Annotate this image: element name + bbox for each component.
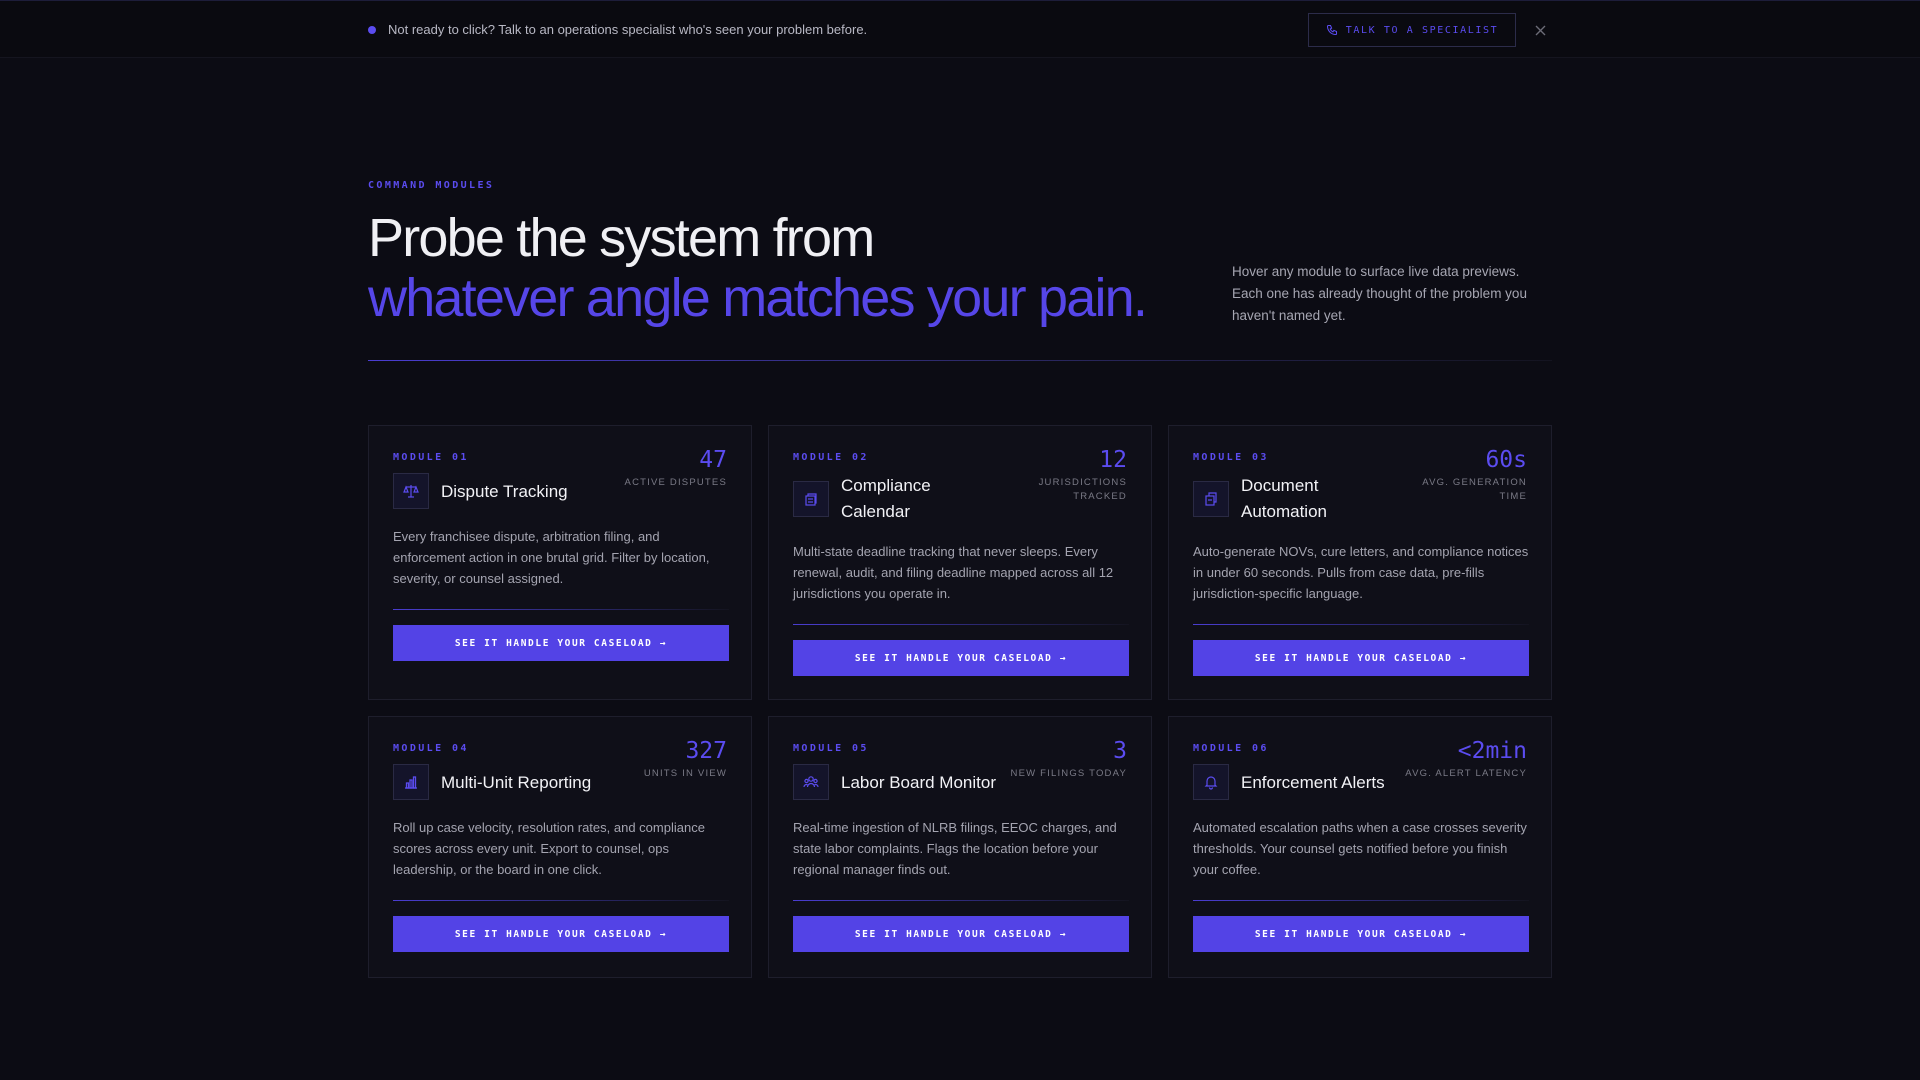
module-description: Every franchisee dispute, arbitration fi… — [393, 529, 710, 586]
module-description: Multi-state deadline tracking that never… — [793, 544, 1114, 601]
module-icon — [393, 473, 429, 509]
stat-label: NEW FILINGS TODAY — [1010, 768, 1127, 779]
module-card-labor-board-monitor[interactable]: MODULE 05 3 NEW FILINGS TODAY Labor Boar… — [768, 716, 1152, 978]
module-card-multi-unit-reporting[interactable]: MODULE 04 327 UNITS IN VIEW Multi-Unit R… — [368, 716, 752, 978]
module-divider — [793, 624, 1129, 625]
close-icon — [1535, 25, 1545, 35]
see-caseload-button[interactable]: SEE IT HANDLE YOUR CASELOAD → — [393, 916, 729, 952]
module-description: Auto-generate NOVs, cure letters, and co… — [1193, 544, 1529, 601]
module-card-dispute-tracking[interactable]: MODULE 01 47 ACTIVE DISPUTES Dispute Tra… — [368, 425, 752, 700]
module-icon — [1193, 764, 1229, 800]
stat-value: 12 — [1099, 447, 1127, 473]
module-icon — [793, 481, 829, 517]
module-title: Enforcement Alerts — [1241, 773, 1385, 792]
people-icon — [803, 776, 819, 788]
stat-label: ACTIVE DISPUTES — [624, 477, 727, 488]
module-icon — [1193, 481, 1229, 517]
talk-to-specialist-label: TALK TO A SPECIALIST — [1345, 24, 1499, 36]
module-card-compliance-calendar[interactable]: MODULE 02 12 JURISDICTIONS TRACKED Compl… — [768, 425, 1152, 700]
module-label: MODULE 02 — [793, 452, 869, 463]
module-card-document-automation[interactable]: MODULE 03 60s AVG. GENERATION TIME Docum… — [1168, 425, 1552, 700]
module-description: Automated escalation paths when a case c… — [1193, 820, 1527, 877]
module-label: MODULE 01 — [393, 452, 469, 463]
stat-value: <2min — [1457, 738, 1527, 764]
section-eyebrow: COMMAND MODULES — [368, 180, 495, 191]
banner-text: Not ready to click? Talk to an operation… — [388, 22, 868, 37]
bell-icon — [1204, 776, 1218, 790]
module-description: Real-time ingestion of NLRB filings, EEO… — [793, 820, 1117, 877]
module-card-enforcement-alerts[interactable]: MODULE 06 <2min AVG. ALERT LATENCY Enfor… — [1168, 716, 1552, 978]
page-title: Probe the system from whatever angle mat… — [368, 208, 1148, 328]
module-stat: <2min AVG. ALERT LATENCY — [1405, 737, 1527, 781]
stat-label: AVG. GENERATION TIME — [1422, 477, 1527, 502]
module-stat: 12 JURISDICTIONS TRACKED — [1017, 446, 1127, 504]
stat-label: AVG. ALERT LATENCY — [1405, 768, 1527, 779]
module-label: MODULE 06 — [1193, 743, 1269, 754]
title-line-1: Probe the system from — [368, 208, 875, 268]
see-caseload-button[interactable]: SEE IT HANDLE YOUR CASELOAD → — [1193, 916, 1529, 952]
module-label: MODULE 05 — [793, 743, 869, 754]
stat-value: 3 — [1113, 738, 1127, 764]
phone-icon — [1326, 24, 1337, 36]
close-banner-button[interactable] — [1530, 20, 1550, 40]
module-icon — [393, 764, 429, 800]
stat-value: 60s — [1485, 447, 1527, 473]
module-label: MODULE 04 — [393, 743, 469, 754]
module-divider — [393, 900, 729, 901]
stat-label: JURISDICTIONS TRACKED — [1038, 477, 1127, 502]
module-stat: 3 NEW FILINGS TODAY — [1011, 737, 1127, 781]
module-description: Roll up case velocity, resolution rates,… — [393, 820, 705, 877]
see-caseload-button[interactable]: SEE IT HANDLE YOUR CASELOAD → — [1193, 640, 1529, 676]
hero-description: Hover any module to surface live data pr… — [1232, 264, 1527, 323]
see-caseload-button[interactable]: SEE IT HANDLE YOUR CASELOAD → — [393, 625, 729, 661]
module-label: MODULE 03 — [1193, 452, 1269, 463]
status-dot — [368, 26, 376, 34]
bar-chart-icon — [405, 776, 417, 789]
stat-value: 327 — [685, 738, 727, 764]
module-icon — [793, 764, 829, 800]
module-divider — [393, 609, 729, 610]
calendar-icon — [805, 493, 817, 506]
module-divider — [1193, 624, 1529, 625]
module-divider — [1193, 900, 1529, 901]
module-title: Dispute Tracking — [441, 482, 568, 501]
module-stat: 60s AVG. GENERATION TIME — [1407, 446, 1527, 504]
scale-icon — [403, 485, 419, 498]
hero-divider — [368, 360, 1552, 361]
stat-value: 47 — [699, 447, 727, 473]
title-line-2: whatever angle matches your pain. — [368, 268, 1148, 328]
stat-label: UNITS IN VIEW — [643, 768, 727, 779]
module-title: Labor Board Monitor — [841, 773, 996, 792]
talk-to-specialist-button[interactable]: TALK TO A SPECIALIST — [1308, 13, 1516, 47]
module-stat: 327 UNITS IN VIEW — [644, 737, 727, 781]
specialist-banner: Not ready to click? Talk to an operation… — [0, 0, 1920, 58]
module-title: Document Automation — [1241, 476, 1327, 521]
module-title: Multi-Unit Reporting — [441, 773, 592, 792]
documents-icon — [1205, 492, 1217, 506]
module-stat: 47 ACTIVE DISPUTES — [625, 446, 727, 490]
module-title: Compliance Calendar — [841, 476, 931, 521]
see-caseload-button[interactable]: SEE IT HANDLE YOUR CASELOAD → — [793, 916, 1129, 952]
module-divider — [793, 900, 1129, 901]
see-caseload-button[interactable]: SEE IT HANDLE YOUR CASELOAD → — [793, 640, 1129, 676]
